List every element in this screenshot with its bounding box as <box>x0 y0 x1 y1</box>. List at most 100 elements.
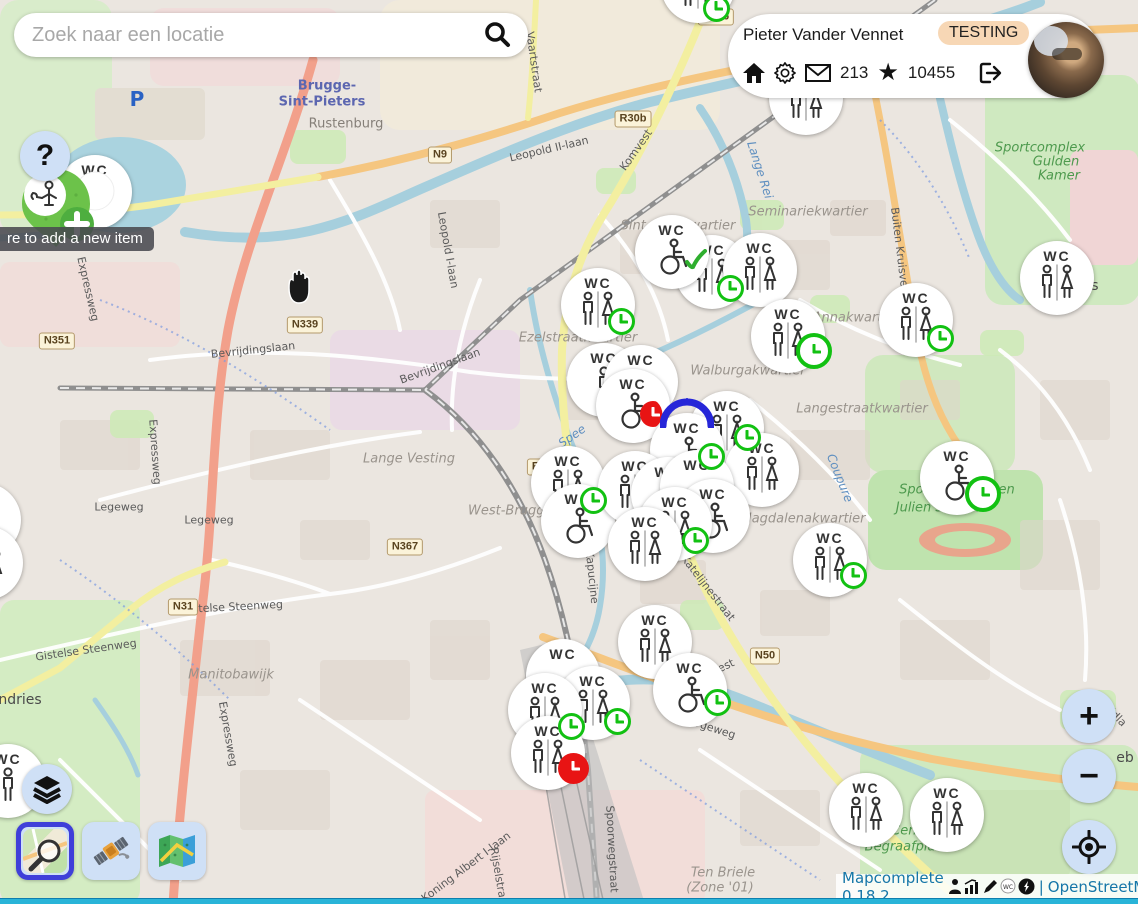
toilet-marker[interactable]: WC <box>793 523 867 597</box>
wc-label: WC <box>0 752 22 767</box>
messages-count[interactable]: 213 <box>840 63 868 83</box>
theme-wc-pin-icon[interactable]: WC <box>1000 878 1017 895</box>
wc-label: WC <box>661 495 688 510</box>
star-count[interactable]: 10455 <box>908 63 955 83</box>
home-icon[interactable] <box>743 63 765 83</box>
attribution-bar: Mapcomplete 0.18.2 WC | OpenStreetMap <box>836 874 1138 899</box>
road-shield: R30b <box>615 111 652 128</box>
wheelchair-icon <box>556 507 600 545</box>
wc-label: WC <box>816 531 843 546</box>
attribution-separator: | <box>1039 878 1044 896</box>
male-female-icon <box>0 549 7 587</box>
star-icon[interactable]: ★ <box>877 63 899 83</box>
toilet-marker[interactable]: WC <box>879 283 953 357</box>
wc-label: WC <box>748 441 775 456</box>
messages-icon[interactable] <box>805 64 831 82</box>
wc-label: WC <box>579 674 606 689</box>
statistics-icon[interactable] <box>964 878 981 895</box>
wc-label: WC <box>564 492 591 507</box>
wc-label: WC <box>673 421 700 436</box>
toilet-marker[interactable]: WC <box>751 299 825 373</box>
male-female-icon <box>895 306 937 344</box>
background-option-satellite[interactable] <box>82 822 140 880</box>
wc-label: WC <box>676 661 703 676</box>
background-option-map[interactable] <box>148 822 206 880</box>
bottom-accent-bar <box>0 898 1138 904</box>
search-icon[interactable] <box>482 20 512 50</box>
user-avatar[interactable] <box>1028 22 1104 98</box>
background-option-osm-carto[interactable] <box>16 822 74 880</box>
toilet-marker[interactable]: WC <box>653 653 727 727</box>
toilet-marker[interactable]: WC <box>723 233 797 307</box>
wc-label: WC <box>641 613 668 628</box>
road-shield: N351 <box>39 333 75 350</box>
contributors-icon[interactable] <box>948 878 963 895</box>
wc-label: WC <box>683 458 710 473</box>
male-female-icon <box>577 291 619 329</box>
male-female-icon <box>845 796 887 834</box>
wc-label: WC <box>534 724 561 739</box>
settings-gear-icon[interactable] <box>774 62 796 84</box>
wc-label: WC <box>554 454 581 469</box>
toilet-marker[interactable]: WC <box>635 215 709 289</box>
license-icon[interactable] <box>1018 878 1035 895</box>
layers-button[interactable] <box>22 764 72 814</box>
edit-pencil-icon[interactable] <box>982 878 999 895</box>
search-bar <box>14 13 528 57</box>
zoom-in-button[interactable]: + <box>1062 689 1116 743</box>
zoom-in-label: + <box>1079 697 1099 736</box>
male-female-icon <box>741 456 783 494</box>
wc-label: WC <box>1043 249 1070 264</box>
toilet-marker[interactable]: WC <box>910 778 984 852</box>
wc-label: WC <box>746 241 773 256</box>
road-shield: N50 <box>750 648 780 665</box>
zoom-out-button[interactable]: − <box>1062 749 1116 803</box>
wc-label: WC <box>584 276 611 291</box>
geolocate-crosshair-icon <box>1072 830 1106 864</box>
male-female-icon <box>767 322 809 360</box>
mapcomplete-app: PBrugge-Sint-PietersRustenburgVaartstraa… <box>0 0 1138 904</box>
search-input[interactable] <box>30 23 482 48</box>
logout-icon[interactable] <box>978 62 1002 84</box>
male-female-icon <box>527 739 569 777</box>
zoom-out-label: − <box>1079 757 1099 796</box>
wc-label: WC <box>549 647 576 662</box>
wc-label: WC <box>933 786 960 801</box>
osm-link[interactable]: OpenStreetMap <box>1048 878 1138 896</box>
wc-label: WC <box>658 223 685 238</box>
help-label: ? <box>36 139 54 173</box>
road-shield: N31 <box>168 599 198 616</box>
help-button[interactable]: ? <box>20 131 70 181</box>
male-female-icon <box>739 256 781 294</box>
geolocate-button[interactable] <box>1062 820 1116 874</box>
osm-carto-thumbnail <box>23 829 67 873</box>
wheelchair-icon <box>650 238 694 276</box>
male-female-icon <box>1036 264 1078 302</box>
wheelchair-icon <box>611 392 655 430</box>
wheelchair-icon <box>668 676 712 714</box>
wc-label: WC <box>943 449 970 464</box>
wc-label: WC <box>619 377 646 392</box>
toilet-marker[interactable]: WC <box>608 507 682 581</box>
wc-label: WC <box>713 399 740 414</box>
wheelchair-icon <box>935 464 979 502</box>
toilet-marker[interactable]: WC <box>920 441 994 515</box>
wc-label: WC <box>774 307 801 322</box>
male-female-icon <box>624 530 666 568</box>
road-shield: N9 <box>428 147 452 164</box>
hand-cursor-icon <box>281 268 313 304</box>
wc-label: WC <box>631 515 658 530</box>
road-shield: N339 <box>287 317 323 334</box>
wc-label: WC <box>627 353 654 368</box>
toilet-marker[interactable]: WC <box>561 268 635 342</box>
male-female-icon <box>926 801 968 839</box>
toilet-marker[interactable]: WC <box>829 773 903 847</box>
user-name[interactable]: Pieter Vander Vennet <box>743 25 903 45</box>
wc-label: WC <box>902 291 929 306</box>
svg-text:WC: WC <box>1003 884 1013 891</box>
toilet-marker[interactable]: WC <box>511 716 585 790</box>
testing-badge: TESTING <box>938 21 1029 45</box>
toilet-marker[interactable]: WC <box>1020 241 1094 315</box>
background-layer-chooser <box>16 822 206 880</box>
male-female-icon <box>809 546 851 584</box>
